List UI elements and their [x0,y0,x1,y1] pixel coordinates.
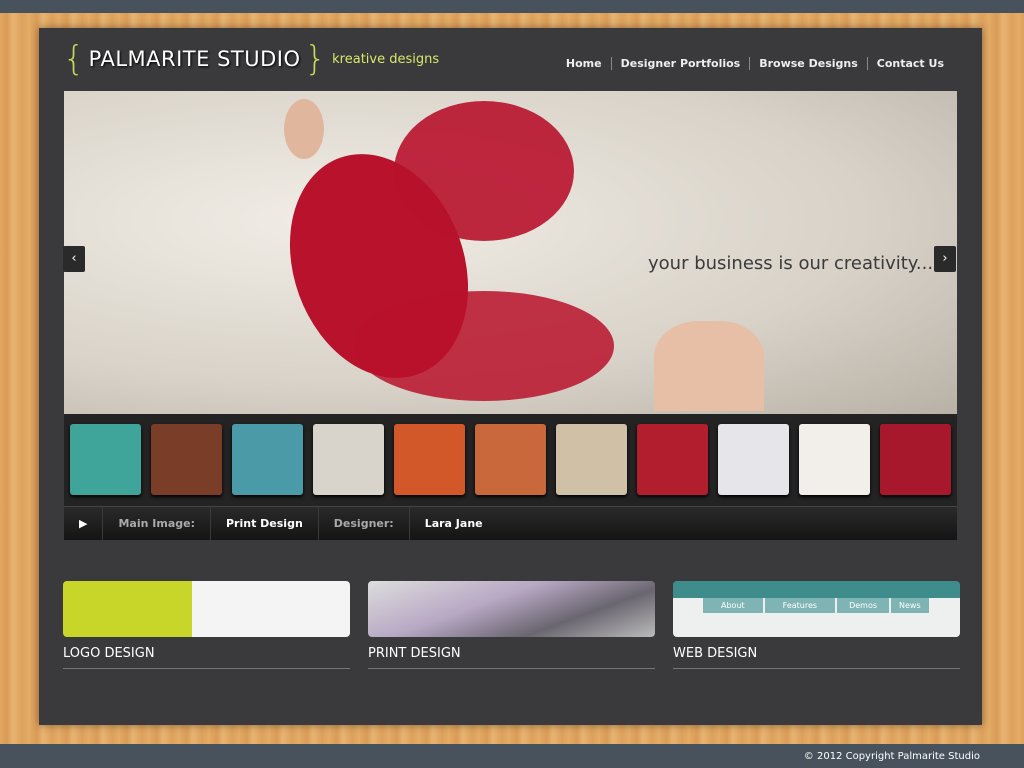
category-title[interactable]: LOGO DESIGN [63,637,350,669]
main-panel: { PALMARITE STUDIO } kreative designs Ho… [39,28,982,725]
mock-tabs: About Features Demos News [703,598,929,613]
logo-brace-open: { [63,39,85,79]
thumbnail[interactable] [799,424,870,495]
main-image-value: Print Design [211,506,319,541]
nav-home[interactable]: Home [557,57,611,70]
category-title[interactable]: PRINT DESIGN [368,637,655,669]
nav-browse-designs[interactable]: Browse Designs [749,57,867,70]
next-slide-button[interactable]: › [934,246,956,272]
category-title[interactable]: WEB DESIGN [673,637,960,669]
thumbnail[interactable] [880,424,951,495]
nav-designer-portfolios[interactable]: Designer Portfolios [610,57,750,70]
thumbnail[interactable] [556,424,627,495]
category-web-design[interactable]: About Features Demos News WEB DESIGN [673,581,960,669]
paint-splash [354,291,614,401]
thumbnail[interactable] [232,424,303,495]
logo[interactable]: { PALMARITE STUDIO } kreative designs [63,42,439,76]
main-image-label: Main Image: [103,506,211,541]
print-design-image[interactable] [368,581,655,637]
designer-label: Designer: [319,506,410,541]
thumbnail[interactable] [718,424,789,495]
model-head [284,99,324,159]
category-print-design[interactable]: PRINT DESIGN [368,581,655,669]
thumbnail[interactable] [394,424,465,495]
paint-splash [394,101,574,241]
thumbnail[interactable] [313,424,384,495]
logo-brace-close: } [304,39,327,79]
category-logo-design[interactable]: LOGO DESIGN [63,581,350,669]
hero-image: your business is our creativity... [64,91,957,414]
designer-value: Lara Jane [424,516,483,530]
hand-with-brush [654,321,764,411]
prev-slide-button[interactable]: ‹ [63,246,85,272]
thumbnail[interactable] [70,424,141,495]
mock-tab: About [703,598,763,613]
mock-tab: Demos [837,598,889,613]
slogan: your business is our creativity... [648,253,934,274]
nav-contact-us[interactable]: Contact Us [866,57,953,70]
top-bar [0,0,1024,13]
copyright: © 2012 Copyright Palmarite Studio [803,751,980,762]
logo-name: PALMARITE STUDIO [88,47,301,71]
mock-tab: Features [764,598,836,613]
footer: © 2012 Copyright Palmarite Studio [0,744,1024,768]
slide-info-bar: ▶ Main Image: Print Design Designer: Lar… [64,506,957,541]
tagline: kreative designs [332,51,440,67]
web-design-image[interactable]: About Features Demos News [673,581,960,637]
play-button[interactable]: ▶ [64,506,104,541]
thumbnail[interactable] [475,424,546,495]
mock-tab: News [891,598,929,613]
thumbnail-strip [64,414,957,506]
logo-design-image[interactable] [63,581,350,637]
thumbnail[interactable] [637,424,708,495]
main-nav: Home Designer Portfolios Browse Designs … [557,57,953,70]
thumbnail[interactable] [151,424,222,495]
